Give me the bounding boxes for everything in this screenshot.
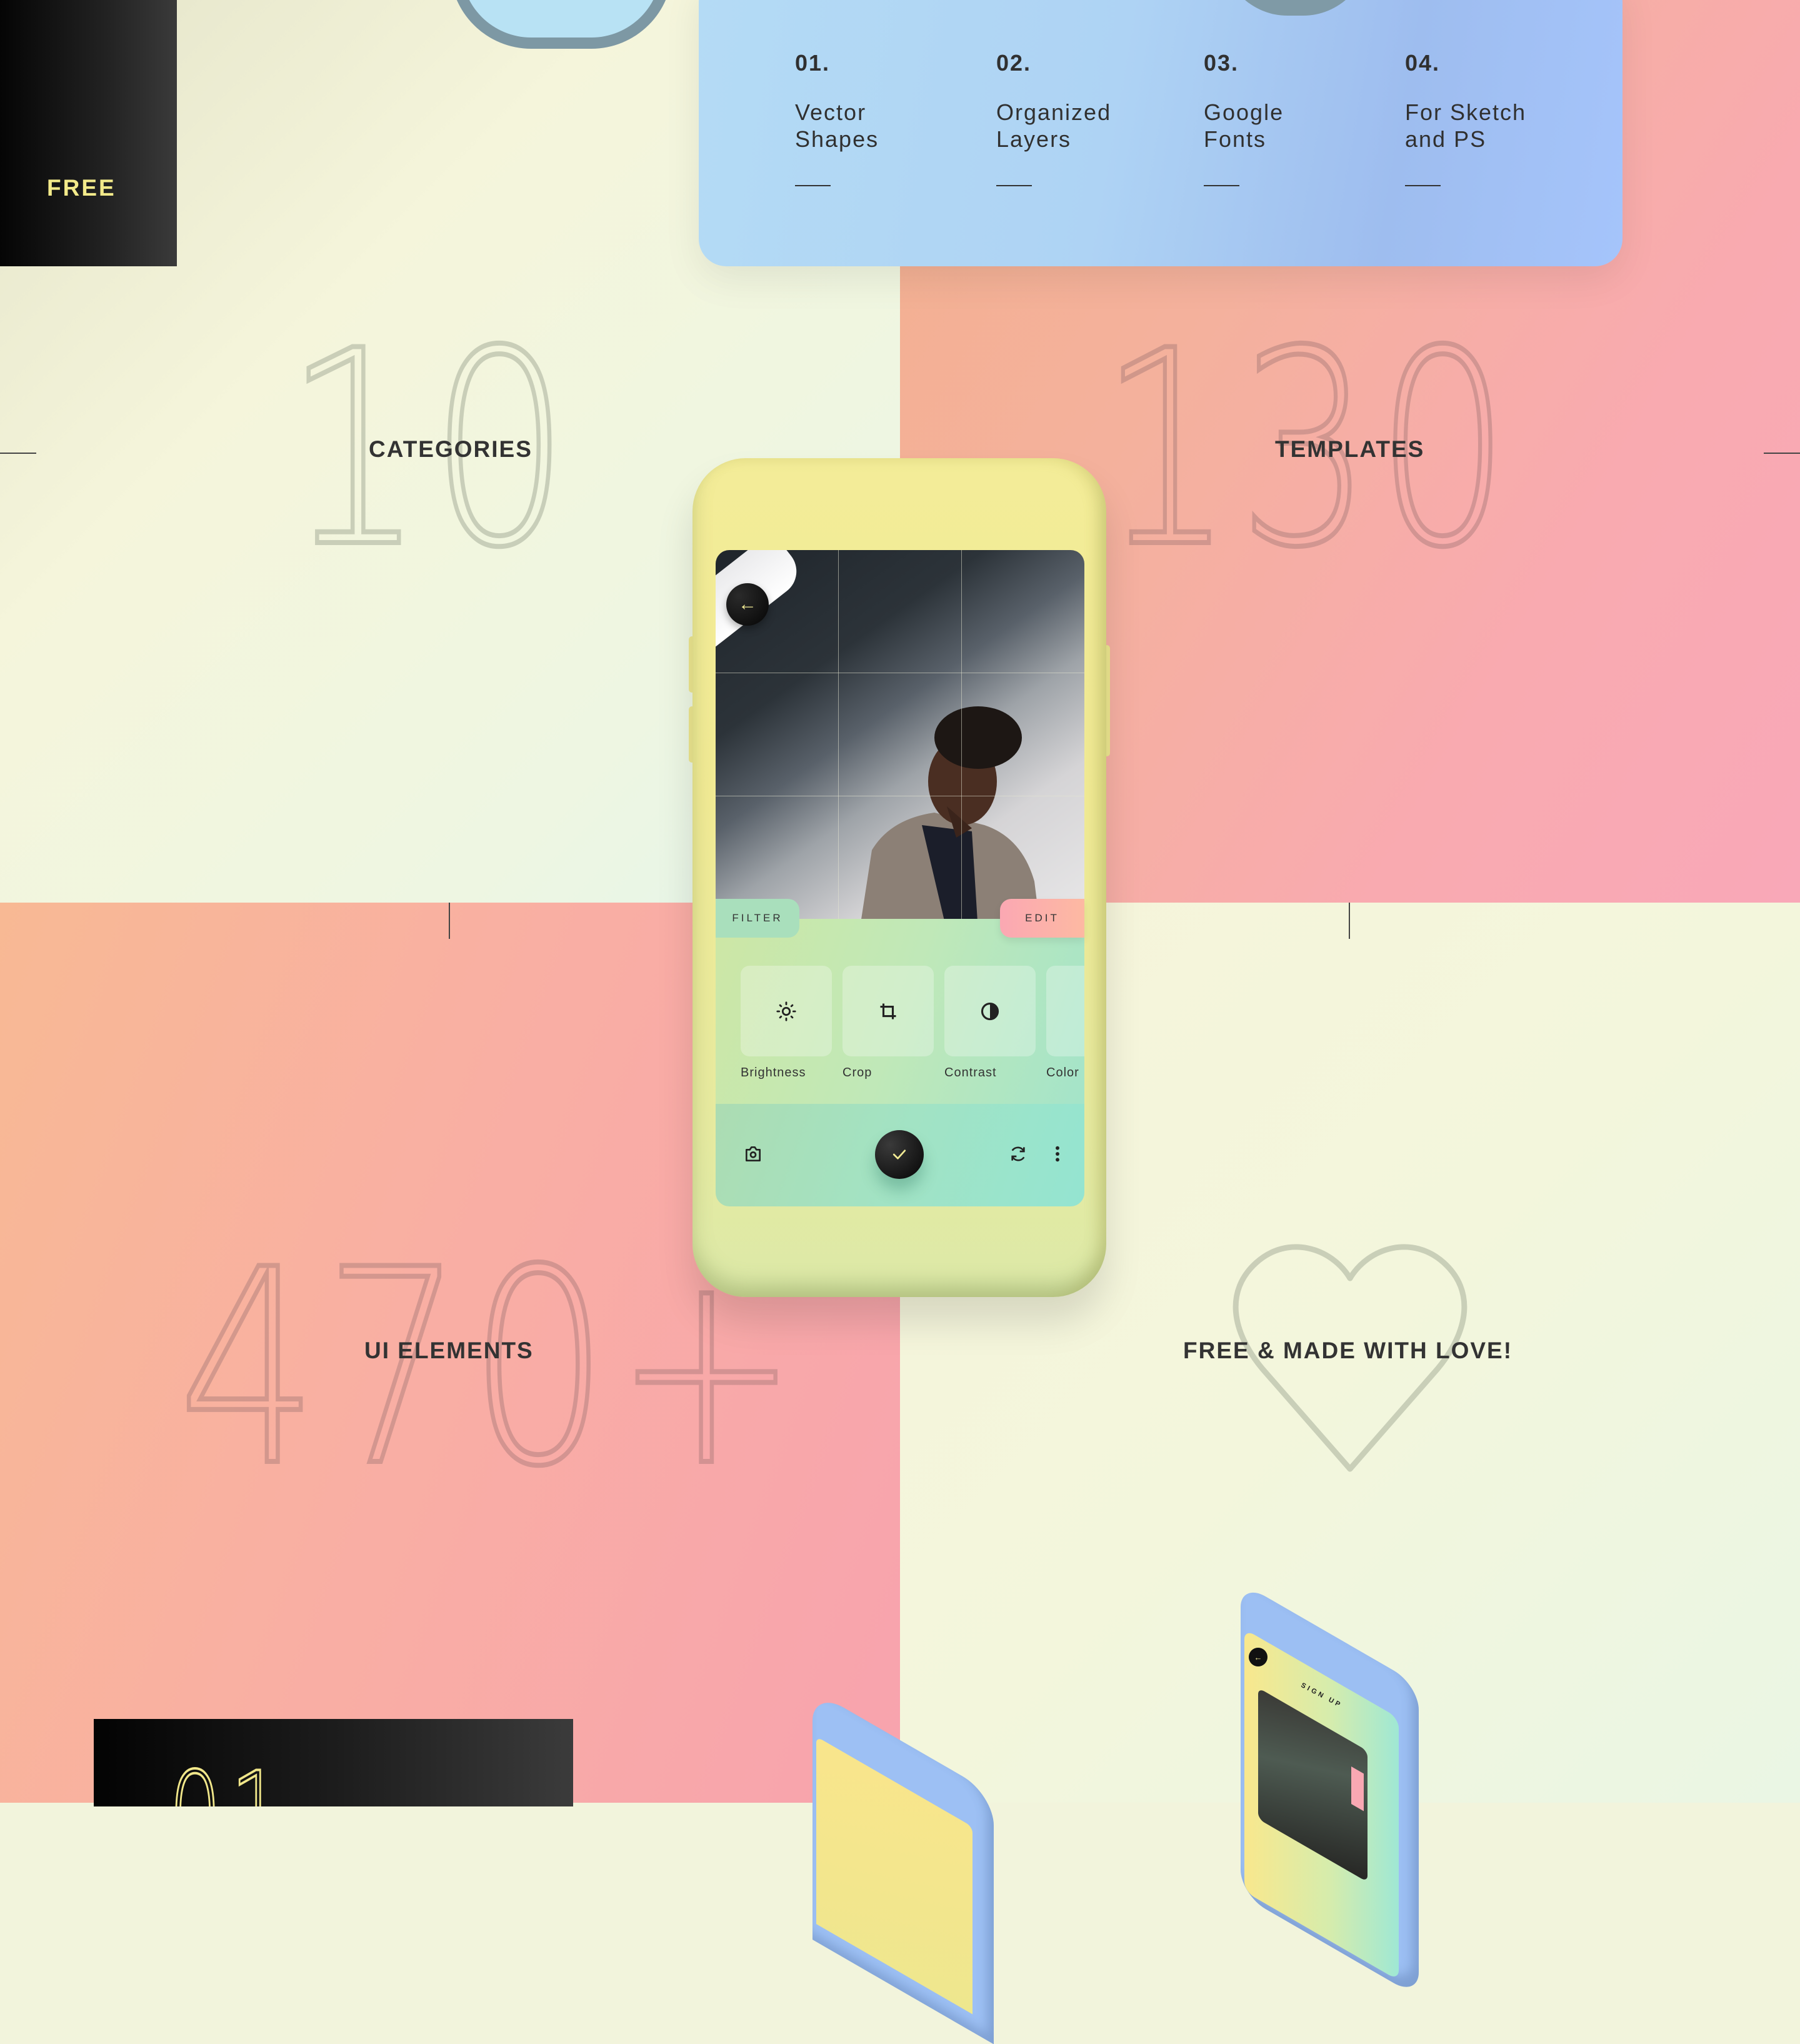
camera-button[interactable] — [741, 1141, 766, 1166]
tool-label: Contrast — [944, 1066, 997, 1080]
tool-color[interactable] — [1046, 966, 1084, 1056]
refresh-icon — [1011, 1146, 1025, 1161]
edge-tick — [0, 453, 36, 454]
photo-preview[interactable] — [716, 550, 1084, 919]
tool-contrast[interactable] — [944, 966, 1036, 1056]
edge-tick — [449, 903, 450, 939]
section-number: 01 — [168, 1755, 292, 1807]
stat-label-templates: TEMPLATES — [1275, 436, 1425, 462]
tool-crop[interactable] — [842, 966, 934, 1056]
signup-card-accent — [1351, 1766, 1364, 1811]
feature-item: 04. For Sketch and PS — [1405, 50, 1592, 186]
stat-label-categories: CATEGORIES — [369, 436, 532, 462]
confirm-button[interactable] — [875, 1130, 924, 1179]
feature-divider — [1204, 185, 1239, 186]
mini-back-button[interactable]: ← — [1249, 1648, 1268, 1666]
feature-text: Vector Shapes — [795, 99, 879, 152]
feature-number: 03. — [1204, 50, 1239, 76]
edge-tick — [1349, 903, 1350, 939]
section-number-card: 01 — [94, 1719, 573, 1806]
tab-filter[interactable]: FILTER — [716, 899, 799, 938]
tool-label: Brightness — [741, 1066, 806, 1080]
camera-icon — [746, 1146, 761, 1161]
feature-text: Google Fonts — [1204, 99, 1284, 152]
more-vertical-icon — [1056, 1146, 1059, 1162]
check-icon — [892, 1150, 906, 1160]
more-button[interactable] — [1045, 1141, 1070, 1166]
edge-tick — [1764, 453, 1800, 454]
back-button[interactable]: ← — [726, 583, 769, 626]
free-badge: FREE — [47, 175, 116, 201]
stat-label-ui-elements: UI ELEMENTS — [364, 1338, 534, 1363]
feature-divider — [996, 185, 1032, 186]
free-card — [0, 0, 177, 266]
contrast-icon — [981, 1002, 999, 1020]
feature-divider — [795, 185, 831, 186]
tool-label: Crop — [842, 1066, 872, 1080]
brightness-icon — [776, 1001, 796, 1021]
feature-number: 04. — [1405, 50, 1441, 76]
arrow-left-icon: ← — [738, 594, 757, 614]
feature-divider — [1405, 185, 1441, 186]
arrow-left-icon: ← — [1254, 1652, 1262, 1662]
crop-icon — [880, 1003, 896, 1019]
refresh-button[interactable] — [1006, 1141, 1031, 1166]
portrait-subject — [861, 706, 1039, 919]
feature-item: 03. Google Fonts — [1204, 50, 1391, 186]
grid-line — [961, 550, 962, 919]
tool-brightness[interactable] — [741, 966, 832, 1056]
grid-line — [838, 550, 839, 919]
feature-item: 02. Organized Layers — [996, 50, 1184, 186]
stat-label-made-with-love: FREE & MADE WITH LOVE! — [1183, 1338, 1513, 1363]
ceiling-light — [716, 550, 807, 738]
tab-edit[interactable]: EDIT — [1000, 899, 1084, 938]
tool-label: Color — [1046, 1066, 1079, 1080]
feature-number: 01. — [795, 50, 831, 76]
feature-text: Organized Layers — [996, 99, 1112, 152]
feature-text: For Sketch and PS — [1405, 99, 1527, 152]
feature-number: 02. — [996, 50, 1032, 76]
feature-item: 01. Vector Shapes — [795, 50, 982, 186]
